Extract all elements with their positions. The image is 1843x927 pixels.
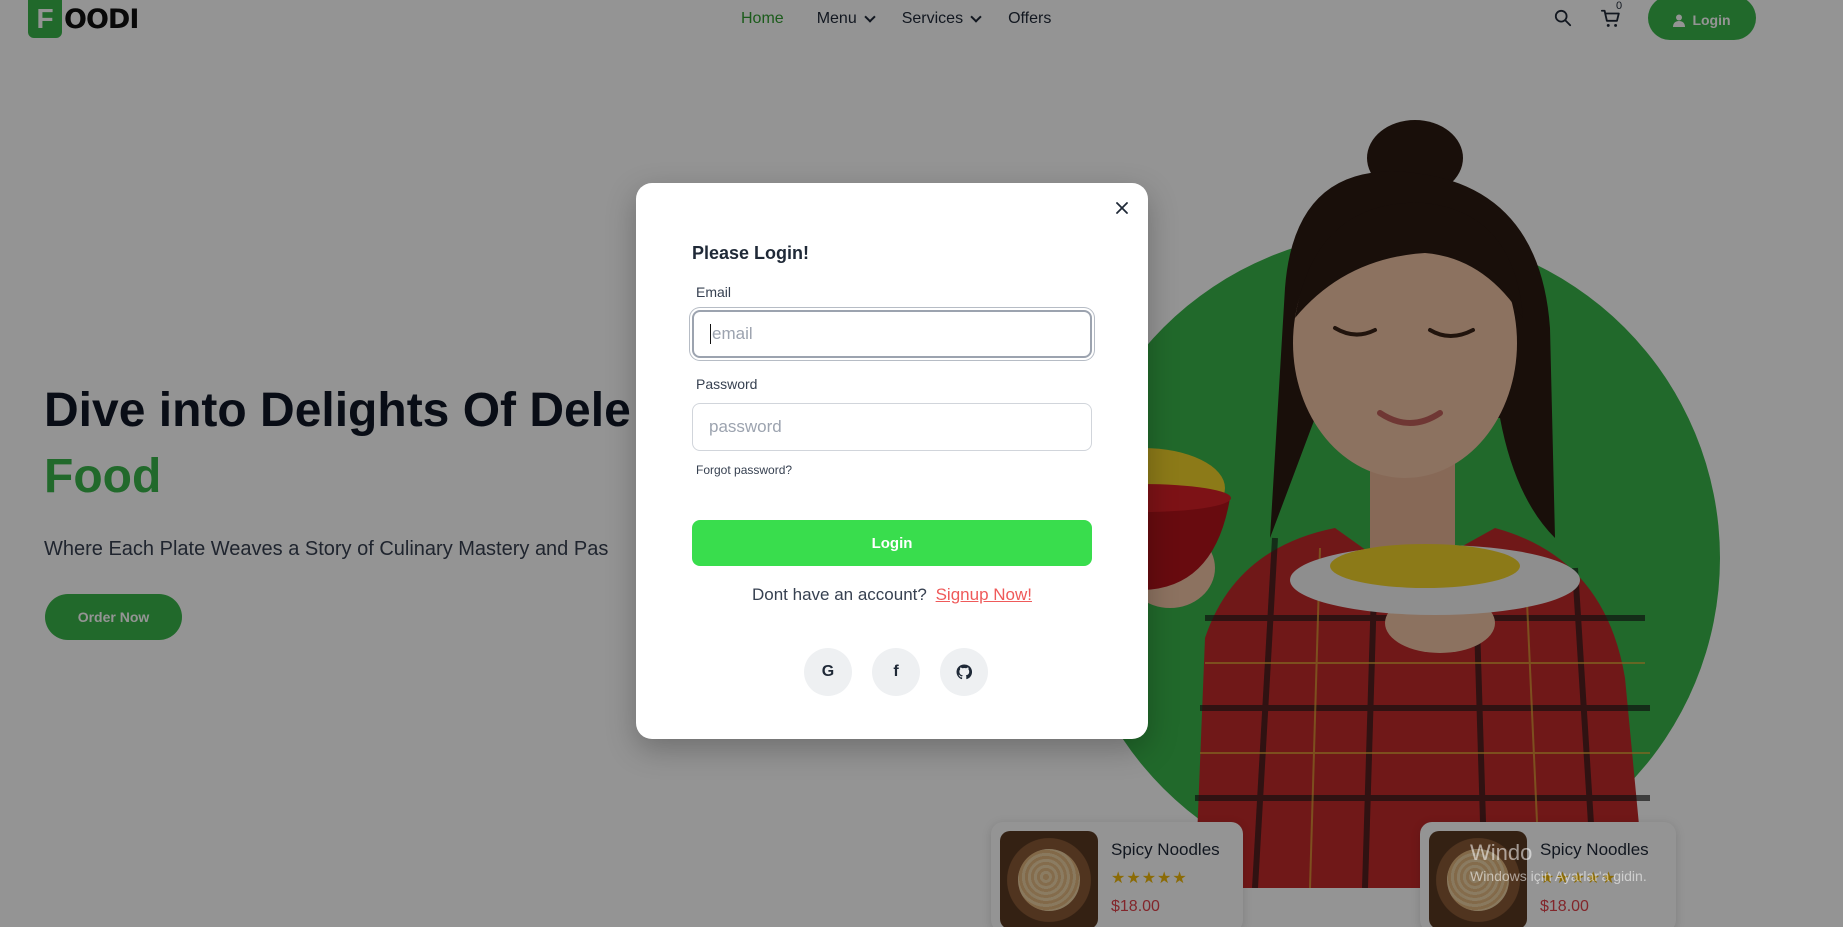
close-icon[interactable] [1112, 198, 1132, 218]
password-placeholder: password [709, 417, 782, 436]
signup-row: Dont have an account? Signup Now! [636, 585, 1148, 605]
email-placeholder: email [712, 324, 753, 343]
login-modal: Please Login! Email email Password passw… [636, 183, 1148, 739]
login-submit-button[interactable]: Login [692, 520, 1092, 566]
google-login-button[interactable]: G [804, 648, 852, 696]
password-label: Password [696, 376, 758, 392]
forgot-password-link[interactable]: Forgot password? [696, 463, 792, 477]
password-field[interactable]: password [692, 403, 1092, 451]
email-label: Email [696, 284, 732, 300]
activation-watermark-subtitle: Windows için Ayarlar'a gidin. [1470, 868, 1647, 884]
github-login-button[interactable] [940, 648, 988, 696]
text-cursor [710, 324, 711, 344]
email-field[interactable]: email [692, 310, 1092, 358]
modal-title: Please Login! [692, 243, 810, 263]
facebook-icon: f [893, 663, 899, 680]
facebook-login-button[interactable]: f [872, 648, 920, 696]
github-icon [956, 664, 972, 680]
signup-prompt: Dont have an account? [752, 585, 927, 604]
activation-watermark-title: Windo [1470, 840, 1533, 865]
signup-link[interactable]: Signup Now! [936, 585, 1032, 604]
google-icon: G [821, 663, 835, 680]
